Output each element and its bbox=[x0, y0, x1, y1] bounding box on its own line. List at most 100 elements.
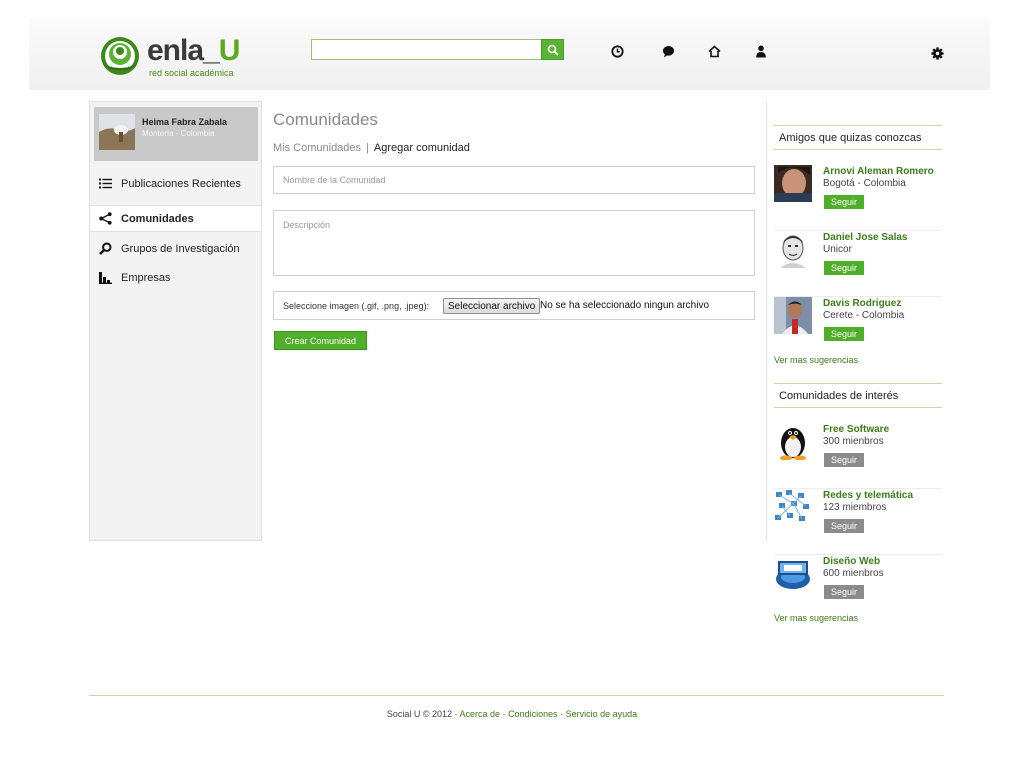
search-input[interactable] bbox=[311, 39, 543, 60]
sidebar-item-label: Comunidades bbox=[121, 212, 194, 225]
recent-activity-button[interactable] bbox=[609, 43, 625, 59]
gear-icon bbox=[930, 46, 944, 60]
friend-location: Cerete - Colombia bbox=[823, 310, 905, 321]
community-members: 600 mienbros bbox=[823, 568, 884, 579]
file-status-text: No se ha seleccionado ningun archivo bbox=[540, 300, 709, 311]
community-members: 123 miembros bbox=[823, 502, 887, 513]
person-photo-icon bbox=[774, 231, 812, 268]
footer-separator: · bbox=[502, 709, 506, 719]
communities-interest-heading: Comunidades de interés bbox=[774, 383, 942, 408]
home-icon bbox=[707, 44, 721, 57]
search-bar bbox=[311, 39, 564, 60]
image-upload-label: Seleccione imagen (.gif, .png, .jpeg): bbox=[283, 301, 430, 311]
more-communities-link[interactable]: Ver mas sugerencias bbox=[774, 613, 858, 623]
more-friends-link[interactable]: Ver mas sugerencias bbox=[774, 355, 858, 365]
friend-name[interactable]: Daniel Jose Salas bbox=[823, 232, 908, 243]
sidebar-item-publicaciones-recientes[interactable]: Publicaciones Recientes bbox=[90, 170, 261, 197]
sidebar-item-label: Empresas bbox=[121, 271, 171, 284]
friend-location: Bogotá - Colombia bbox=[823, 178, 906, 189]
person-photo-icon bbox=[774, 165, 812, 202]
friend-suggestion: Daniel Jose Salas Unicor Seguir bbox=[774, 231, 942, 297]
community-suggestion: Free Software 300 mienbros Seguir bbox=[774, 423, 942, 489]
list-icon bbox=[98, 177, 112, 191]
community-suggestion: Redes y telemática 123 miembros Seguir bbox=[774, 489, 942, 555]
sidebar-item-label: Publicaciones Recientes bbox=[121, 177, 241, 190]
home-button[interactable] bbox=[706, 43, 722, 59]
community-name-input[interactable] bbox=[273, 166, 755, 194]
friend-suggestion: Davis Rodriguez Cerete - Colombia Seguir bbox=[774, 297, 942, 363]
clock-icon bbox=[610, 44, 624, 58]
site-logo[interactable]: enla_U red social académica bbox=[99, 32, 259, 82]
friends-suggestions-heading: Amigos que quizas conozcas bbox=[774, 125, 942, 150]
profile-name[interactable]: Heima Fabra Zabala bbox=[142, 117, 227, 127]
left-sidebar: Heima Fabra Zabala Montería - Colombia P… bbox=[89, 101, 262, 541]
web-design-icon bbox=[774, 555, 812, 592]
tab-agregar-comunidad[interactable]: Agregar comunidad bbox=[374, 142, 470, 154]
friend-name[interactable]: Arnovi Aleman Romero bbox=[823, 166, 934, 177]
follow-button[interactable]: Seguir bbox=[824, 261, 864, 275]
tab-mis-comunidades[interactable]: Mis Comunidades bbox=[273, 142, 361, 154]
search-button[interactable] bbox=[541, 39, 564, 60]
friend-suggestion: Arnovi Aleman Romero Bogotá - Colombia S… bbox=[774, 165, 942, 231]
chat-bubble-icon bbox=[662, 45, 674, 57]
share-icon bbox=[98, 212, 112, 226]
footer: Social U © 2012 · Acerca de · Condicione… bbox=[0, 709, 1024, 719]
community-name[interactable]: Redes y telemática bbox=[823, 490, 913, 501]
logo-name-green: U bbox=[218, 34, 241, 67]
follow-button[interactable]: Seguir bbox=[824, 195, 864, 209]
follow-button[interactable]: Seguir bbox=[824, 453, 864, 467]
friend-name[interactable]: Davis Rodriguez bbox=[823, 298, 901, 309]
avatar[interactable] bbox=[774, 165, 812, 202]
page-title: Comunidades bbox=[273, 110, 378, 129]
community-logo[interactable] bbox=[774, 555, 812, 592]
messages-button[interactable] bbox=[660, 43, 676, 59]
logo-name-dark: enla_ bbox=[147, 34, 220, 67]
profile-card[interactable]: Heima Fabra Zabala Montería - Colombia bbox=[94, 107, 258, 161]
select-file-button[interactable]: Seleccionar archivo bbox=[443, 298, 541, 314]
community-logo[interactable] bbox=[774, 423, 812, 460]
community-logo[interactable] bbox=[774, 489, 812, 526]
friend-location: Unicor bbox=[823, 244, 852, 255]
right-column-divider bbox=[766, 101, 767, 541]
user-icon bbox=[756, 45, 766, 57]
create-community-button[interactable]: Crear Comunidad bbox=[274, 331, 368, 350]
network-icon bbox=[774, 489, 812, 526]
sidebar-item-empresas[interactable]: Empresas bbox=[90, 264, 261, 291]
avatar-photo-icon bbox=[99, 114, 135, 150]
footer-separator: · bbox=[560, 709, 564, 719]
image-upload-row: Seleccione imagen (.gif, .png, .jpeg): S… bbox=[273, 291, 755, 320]
bar-chart-icon bbox=[98, 271, 112, 285]
community-tabs: Mis Comunidades | Agregar comunidad bbox=[273, 142, 470, 154]
community-members: 300 mienbros bbox=[823, 436, 884, 447]
penguin-icon bbox=[774, 423, 812, 460]
footer-link-terms[interactable]: Condiciones bbox=[508, 709, 558, 719]
person-photo-icon bbox=[774, 297, 812, 334]
top-header: enla_U red social académica bbox=[29, 18, 990, 90]
sidebar-item-grupos-de-investigacion[interactable]: Grupos de Investigación bbox=[90, 235, 261, 262]
magnifier-icon bbox=[98, 242, 112, 256]
follow-button[interactable]: Seguir bbox=[824, 585, 864, 599]
sidebar-item-label: Grupos de Investigación bbox=[121, 242, 240, 255]
footer-copyright: Social U © 2012 · bbox=[386, 709, 458, 719]
footer-link-help[interactable]: Servicio de ayuda bbox=[566, 709, 638, 719]
search-icon bbox=[547, 44, 559, 56]
community-name[interactable]: Free Software bbox=[823, 424, 889, 435]
settings-button[interactable] bbox=[929, 45, 945, 61]
community-suggestion: Diseño Web 600 mienbros Seguir bbox=[774, 555, 942, 621]
avatar[interactable] bbox=[774, 297, 812, 334]
profile-button[interactable] bbox=[753, 43, 769, 59]
tab-separator: | bbox=[366, 142, 369, 154]
avatar[interactable] bbox=[774, 231, 812, 268]
footer-link-about[interactable]: Acerca de bbox=[460, 709, 501, 719]
footer-divider bbox=[89, 695, 944, 696]
avatar[interactable] bbox=[99, 114, 135, 150]
profile-location: Montería - Colombia bbox=[142, 129, 215, 138]
logo-tagline: red social académica bbox=[149, 68, 234, 78]
follow-button[interactable]: Seguir bbox=[824, 519, 864, 533]
logo-emblem-icon bbox=[101, 37, 139, 75]
logo-wordmark: enla_U bbox=[147, 34, 241, 68]
sidebar-item-comunidades[interactable]: Comunidades bbox=[90, 205, 261, 232]
community-name[interactable]: Diseño Web bbox=[823, 556, 880, 567]
follow-button[interactable]: Seguir bbox=[824, 327, 864, 341]
community-description-input[interactable] bbox=[273, 210, 755, 276]
